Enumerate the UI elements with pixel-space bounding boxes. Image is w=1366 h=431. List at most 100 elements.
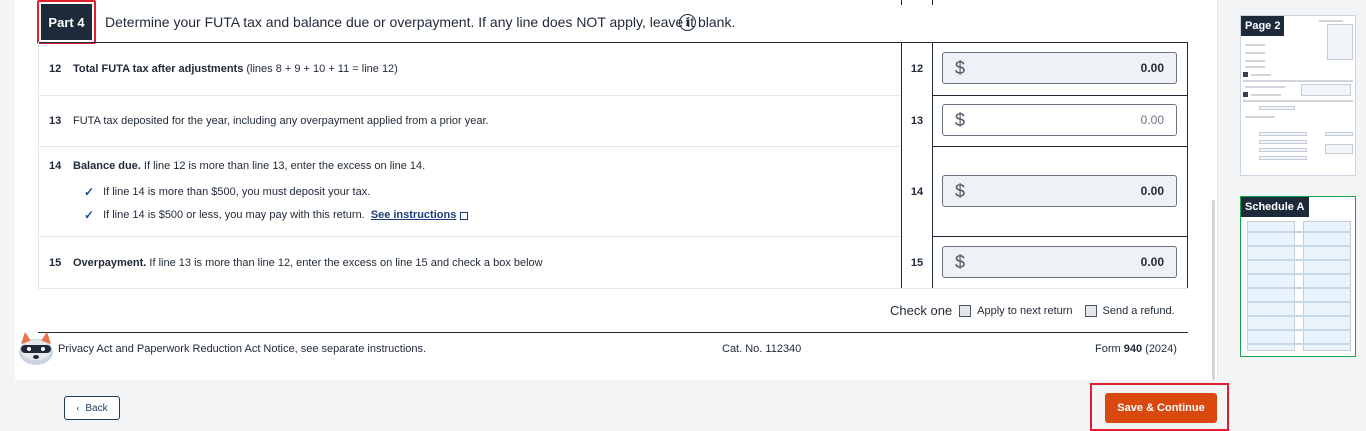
- mini-line: [1245, 60, 1265, 62]
- mini-box: [1259, 132, 1307, 136]
- line-number: 12: [49, 63, 62, 75]
- send-refund-checkbox[interactable]: [1084, 304, 1097, 317]
- apply-next-return-label[interactable]: Apply to next return: [977, 305, 1072, 317]
- scrollbar[interactable]: [1212, 200, 1215, 380]
- mini-box: [1301, 84, 1351, 96]
- thumbnail-label: Page 2: [1241, 16, 1285, 36]
- checkmark-icon: ✓: [84, 185, 95, 199]
- mini-line: [1247, 259, 1351, 261]
- cat-number: Cat. No. 112340: [722, 343, 802, 355]
- table-top-border: [38, 42, 1188, 43]
- mini-line: [1251, 74, 1271, 76]
- row-divider: [38, 236, 901, 237]
- thumbnail-label: Schedule A: [1241, 197, 1309, 217]
- privacy-notice: Privacy Act and Paperwork Reduction Act …: [58, 343, 427, 355]
- mini-box: [1325, 144, 1353, 154]
- mini-line: [1243, 80, 1353, 82]
- send-refund-label[interactable]: Send a refund.: [1103, 305, 1175, 317]
- line-13-label-text: FUTA tax deposited for the year, includi…: [73, 115, 489, 127]
- mini-line: [1243, 100, 1353, 102]
- line-14-amount-field[interactable]: $ 0.00: [942, 175, 1177, 207]
- line-14-label-bold: Balance due.: [73, 160, 141, 172]
- mini-box: [1259, 156, 1307, 160]
- table-bottom-border: [38, 288, 1188, 289]
- form-year: (2024): [1142, 343, 1177, 355]
- check-one-label: Check one: [890, 303, 953, 318]
- row-divider: [38, 95, 901, 96]
- table-left-border: [38, 42, 39, 288]
- table-right-border: [1187, 42, 1188, 288]
- mini-line: [1245, 52, 1265, 54]
- line-14-bullet: ✓ If line 14 is $500 or less, you may pa…: [84, 208, 469, 222]
- mini-line: [1319, 20, 1343, 22]
- line-14-label-text: If line 12 is more than line 13, enter t…: [140, 160, 426, 172]
- part-badge: Part 4: [41, 4, 92, 40]
- line-13-amount-field[interactable]: $ 0.00: [942, 104, 1177, 136]
- form-number: Form 940 (2024): [1095, 343, 1177, 355]
- mini-box: [1327, 24, 1353, 60]
- mini-line: [1247, 273, 1351, 275]
- dollar-icon: $: [955, 251, 966, 272]
- mini-box: [1259, 140, 1307, 144]
- info-circle-icon[interactable]: i: [679, 14, 696, 31]
- form-prefix: Form: [1095, 343, 1124, 355]
- bullet-text: If line 14 is more than $500, you must d…: [103, 186, 371, 198]
- row-divider: [932, 236, 1188, 237]
- line-14-bullet: ✓ If line 14 is more than $500, you must…: [84, 185, 370, 199]
- line-15-label: Overpayment. If line 13 is more than lin…: [73, 257, 543, 269]
- line-12-amount-field[interactable]: $ 0.00: [942, 52, 1177, 84]
- mini-line: [1245, 116, 1275, 118]
- save-continue-button[interactable]: Save & Continue: [1105, 393, 1217, 423]
- dollar-icon: $: [955, 57, 966, 78]
- line-12-label: Total FUTA tax after adjustments (lines …: [73, 63, 398, 75]
- footer-divider: [38, 332, 1188, 333]
- divider: [901, 0, 902, 5]
- mini-column: [1247, 221, 1295, 351]
- line-code: 14: [910, 186, 924, 198]
- amount-value: 0.00: [1140, 184, 1164, 198]
- mini-box: [1259, 106, 1295, 110]
- thumbnail-page-2[interactable]: Page 2: [1240, 15, 1356, 176]
- mini-line: [1247, 315, 1351, 317]
- mini-line: [1247, 343, 1351, 345]
- back-button-label: Back: [85, 402, 108, 414]
- mini-column: [1303, 221, 1351, 351]
- line-code: 15: [910, 257, 924, 269]
- line-code: 12: [910, 63, 924, 75]
- raccoon-mascot-icon[interactable]: [16, 330, 56, 368]
- mini-mark: [1243, 92, 1248, 97]
- mini-line: [1245, 86, 1285, 88]
- mini-line: [1247, 287, 1351, 289]
- mini-mark: [1243, 72, 1248, 77]
- divider: [932, 0, 933, 5]
- line-code-divider-right: [932, 42, 933, 288]
- apply-next-return-checkbox[interactable]: [959, 304, 972, 317]
- amount-value: 0.00: [1140, 113, 1164, 127]
- dollar-icon: $: [955, 109, 966, 130]
- bullet-text: If line 14 is $500 or less, you may pay …: [103, 209, 365, 221]
- line-number: 14: [49, 160, 62, 172]
- line-15-amount-field[interactable]: $ 0.00: [942, 246, 1177, 278]
- line-14-label: Balance due. If line 12 is more than lin…: [73, 160, 425, 172]
- back-button[interactable]: ‹ Back: [64, 396, 120, 420]
- line-13-label: FUTA tax deposited for the year, includi…: [73, 115, 489, 127]
- mini-line: [1247, 329, 1351, 331]
- line-code: 13: [910, 115, 924, 127]
- mini-box: [1325, 132, 1353, 136]
- form-num: 940: [1123, 343, 1143, 355]
- line-12-label-text: (lines 8 + 9 + 10 + 11 = line 12): [243, 63, 398, 75]
- line-15-label-text: If line 13 is more than line 12, enter t…: [146, 257, 543, 269]
- line-15-label-bold: Overpayment.: [73, 257, 147, 269]
- row-divider: [932, 146, 1188, 147]
- line-number: 15: [49, 257, 62, 269]
- external-link-icon: [460, 212, 469, 220]
- line-code-divider-left: [901, 42, 902, 288]
- thumbnail-schedule-a[interactable]: Schedule A: [1240, 196, 1356, 357]
- mini-line: [1247, 231, 1351, 233]
- see-instructions-link[interactable]: See instructions: [371, 209, 457, 221]
- mini-line: [1247, 245, 1351, 247]
- mini-box: [1259, 148, 1307, 152]
- dollar-icon: $: [955, 180, 966, 201]
- part-title: Determine your FUTA tax and balance due …: [105, 14, 736, 30]
- mini-line: [1245, 66, 1265, 68]
